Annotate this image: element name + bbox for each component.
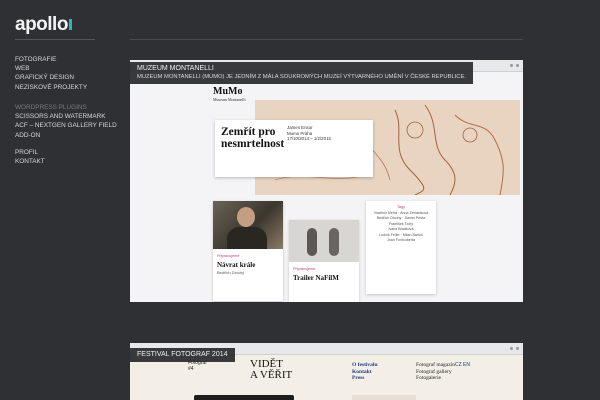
promo-dates: 17/10/2014 – 1/2/2015	[287, 136, 331, 142]
main-nav: FOTOGRAFIE WEB GRAFICKÝ DESIGN NEZISKOVÉ…	[15, 55, 87, 92]
project-card-festival-fotograf[interactable]: FESTIVAL FOTOGRAF 2014 Fotograf #4 VIDĚT…	[130, 343, 523, 400]
festival-banner	[194, 395, 294, 400]
tile-category: Připravujeme	[293, 267, 316, 271]
nav-item-add-on[interactable]: ADD-ON	[15, 131, 117, 140]
nav-item-profil[interactable]: PROFIL	[15, 148, 45, 157]
tags-tile: Tagy Vladimír Merta · Anna Zemánková Bed…	[366, 201, 436, 294]
event-tile-navrat-krale[interactable]: Připravujeme Návrat krále Bedřich Dlouhý	[213, 201, 283, 301]
event-tile-trailer[interactable]: Připravujeme Trailer NaFilM	[289, 220, 359, 302]
exhibition-promo[interactable]: Zemřít pro nesmrtelnost James Ensor Mumo…	[215, 120, 373, 177]
festival-links: O festivalu Kontakt Press	[352, 362, 378, 382]
project-caption: MUZEUM MONTANELLI MUZEUM MONTANELLI (MUM…	[130, 62, 473, 84]
language-switch[interactable]: CZ EN	[455, 362, 470, 369]
project-card-muzeum-montanelli[interactable]: MUZEUM MONTANELLI MUZEUM MONTANELLI (MUM…	[130, 60, 523, 302]
link-press[interactable]: Press	[352, 375, 378, 382]
nav-item-kontakt[interactable]: KONTAKT	[15, 157, 45, 166]
tag-list: Vladimír Merta · Anna Zemánková Bedřich …	[370, 211, 432, 243]
logo-divider	[15, 39, 95, 40]
promo-title: Zemřít pro nesmrtelnost	[221, 126, 285, 150]
nav-item-scissors[interactable]: SCISSORS AND WATERMARK	[15, 112, 117, 121]
nav-item-acf-nextgen[interactable]: ACF – NEXTGEN GALLERY FIELD	[15, 121, 117, 130]
brand-logo[interactable]: apollo	[15, 14, 72, 36]
link-fotogalerie[interactable]: Fotogalerie	[416, 375, 455, 382]
festival-banner-light	[352, 395, 416, 400]
dance-image	[289, 220, 359, 262]
link-o-festivalu[interactable]: O festivalu	[352, 362, 378, 369]
logo-accent	[68, 19, 72, 30]
festival-title: VIDĚT A VĚŘIT	[250, 359, 292, 381]
plugins-heading: WORDPRESS PLUGINS	[15, 104, 87, 111]
tag-item[interactable]: Joan Fontcuberta	[370, 238, 432, 243]
festival-edition: #4	[188, 366, 194, 372]
project-title: FESTIVAL FOTOGRAF 2014	[137, 351, 228, 358]
content-divider	[130, 39, 523, 40]
nav-item-graficky-design[interactable]: GRAFICKÝ DESIGN	[15, 73, 87, 82]
tile-title: Trailer NaFilM	[293, 274, 339, 282]
link-kontakt[interactable]: Kontakt	[352, 369, 378, 376]
tile-title: Návrat krále	[217, 261, 256, 269]
festival-links-secondary: Fotograf magazín Fotograf gallery Fotoga…	[416, 362, 455, 382]
meta-nav: PROFIL KONTAKT	[15, 148, 45, 166]
nav-item-fotografie[interactable]: FOTOGRAFIE	[15, 55, 87, 64]
project-subtitle: MUZEUM MONTANELLI (MUMO) JE JEDNÍM Z MÁL…	[137, 74, 466, 80]
nav-item-neziskove-projekty[interactable]: NEZISKOVÉ PROJEKTY	[15, 83, 87, 92]
portrait-image	[213, 201, 283, 249]
plugins-nav: WORDPRESS PLUGINS SCISSORS AND WATERMARK…	[15, 103, 117, 140]
promo-meta: James Ensor Mumo Praha 17/10/2014 – 1/2/…	[287, 125, 367, 142]
project-caption: FESTIVAL FOTOGRAF 2014	[130, 348, 235, 362]
nav-item-web[interactable]: WEB	[15, 64, 87, 73]
window-controls-icon	[516, 347, 519, 350]
tile-category: Připravujeme	[217, 254, 240, 258]
festival-title-line: A VĚŘIT	[250, 369, 293, 381]
link-magazin[interactable]: Fotograf magazín	[416, 362, 455, 369]
window-controls-icon	[516, 64, 519, 67]
project-title: MUZEUM MONTANELLI	[137, 65, 214, 72]
site-logo: MuMo Museum Montanelli	[213, 86, 246, 102]
tags-heading: Tagy	[396, 205, 406, 209]
link-gallery[interactable]: Fotograf gallery	[416, 369, 455, 376]
tile-subtitle: Bedřich Dlouhý	[217, 270, 245, 275]
